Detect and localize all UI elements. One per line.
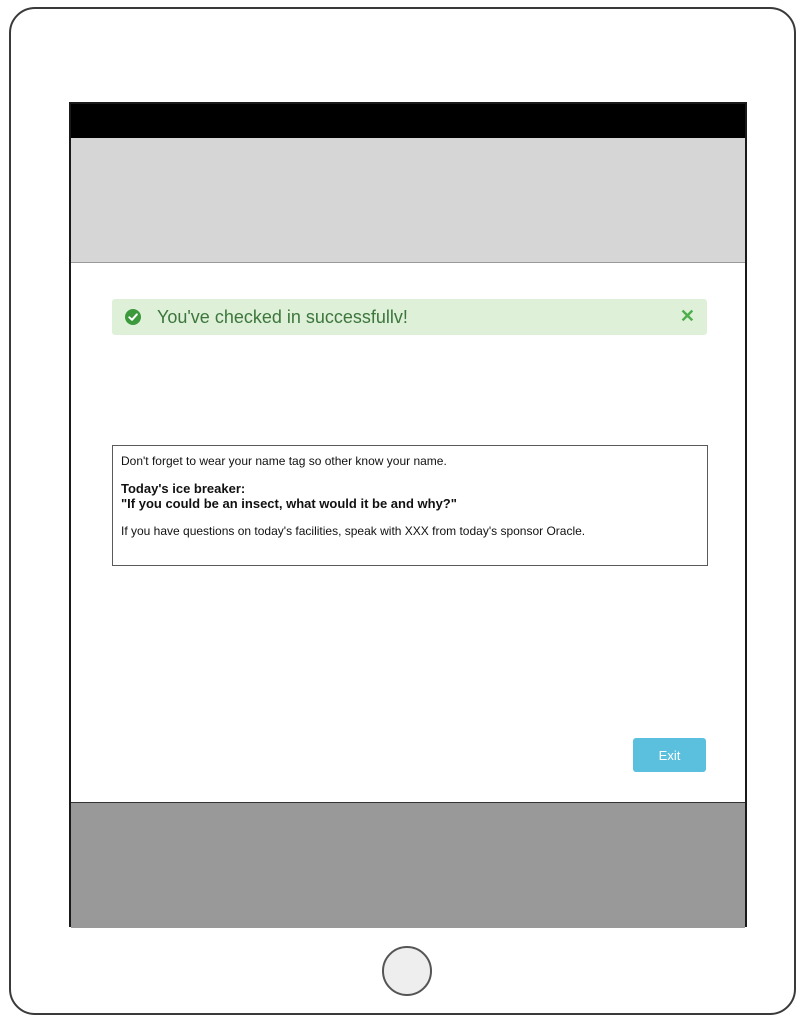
footer-placeholder bbox=[71, 802, 745, 928]
alert-message: You've checked in successfullv! bbox=[157, 307, 408, 327]
ice-breaker-question: "If you could be an insect, what would i… bbox=[121, 496, 457, 511]
status-bar bbox=[71, 104, 745, 138]
ice-breaker-title: Today's ice breaker: bbox=[121, 481, 246, 496]
name-tag-reminder: Don't forget to wear your name tag so ot… bbox=[121, 454, 447, 468]
exit-button[interactable]: Exit bbox=[633, 738, 706, 772]
sponsor-note: If you have questions on today's facilit… bbox=[121, 524, 586, 538]
check-circle-icon bbox=[125, 309, 141, 325]
success-alert: You've checked in successfullv! ✕ bbox=[112, 299, 707, 335]
tablet-screen: You've checked in successfullv! ✕ Don't … bbox=[69, 102, 747, 928]
close-icon[interactable]: ✕ bbox=[680, 306, 695, 326]
home-button[interactable] bbox=[382, 946, 432, 996]
info-box: Don't forget to wear your name tag so ot… bbox=[112, 445, 708, 566]
main-content: You've checked in successfullv! ✕ Don't … bbox=[71, 263, 745, 803]
header-placeholder bbox=[71, 138, 745, 263]
